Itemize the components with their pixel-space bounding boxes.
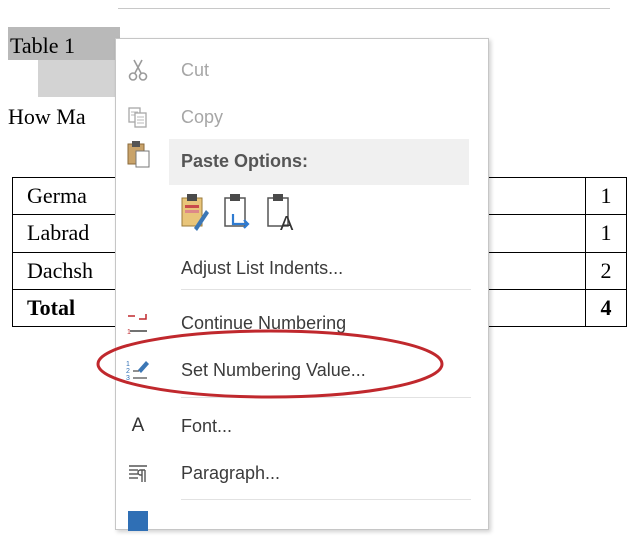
table-cell-count[interactable]: 1 bbox=[585, 214, 627, 253]
paste-merge-formatting-icon[interactable] bbox=[223, 192, 253, 232]
menu-label: Adjust List Indents... bbox=[181, 258, 344, 278]
table-cell-count[interactable]: 2 bbox=[585, 251, 627, 290]
menu-separator bbox=[181, 499, 471, 500]
paste-icon bbox=[126, 139, 152, 169]
table-caption[interactable]: Table 1 bbox=[8, 27, 120, 99]
context-menu: Cut Copy Paste Options: A Adjust List In… bbox=[115, 38, 489, 533]
paste-options-label: Paste Options: bbox=[181, 151, 309, 171]
menu-item-adjust-list-indents[interactable]: Adjust List Indents... bbox=[116, 249, 488, 287]
menu-label: Font... bbox=[181, 416, 233, 436]
paste-options-header: Paste Options: bbox=[169, 139, 469, 185]
menu-label: Cut bbox=[181, 60, 210, 80]
font-icon: A bbox=[131, 415, 145, 436]
copy-icon bbox=[126, 105, 150, 129]
svg-text:A: A bbox=[280, 213, 294, 232]
menu-item-cut[interactable]: Cut bbox=[116, 51, 488, 89]
menu-label: Copy bbox=[181, 107, 224, 127]
highlight-ellipse bbox=[96, 329, 444, 399]
paste-keep-formatting-icon[interactable] bbox=[180, 192, 210, 232]
caption-text: Table 1 bbox=[10, 33, 76, 58]
paragraph-icon bbox=[126, 461, 150, 485]
menu-item-font[interactable]: A Font... bbox=[116, 407, 488, 445]
paste-text-only-icon[interactable]: A bbox=[266, 192, 296, 235]
define-icon bbox=[126, 509, 150, 533]
page-top-border bbox=[118, 8, 610, 9]
menu-item-paragraph[interactable]: Paragraph... bbox=[116, 454, 488, 492]
selection-highlight-lower bbox=[38, 60, 120, 97]
menu-separator bbox=[181, 289, 471, 290]
menu-item-copy[interactable]: Copy bbox=[116, 98, 488, 136]
menu-label: Paragraph... bbox=[181, 463, 281, 483]
table-cell-total-count[interactable]: 4 bbox=[585, 288, 627, 328]
scissors-icon bbox=[126, 58, 150, 82]
body-paragraph[interactable]: How Ma bbox=[8, 104, 86, 130]
table-cell-count[interactable]: 1 bbox=[585, 176, 627, 216]
